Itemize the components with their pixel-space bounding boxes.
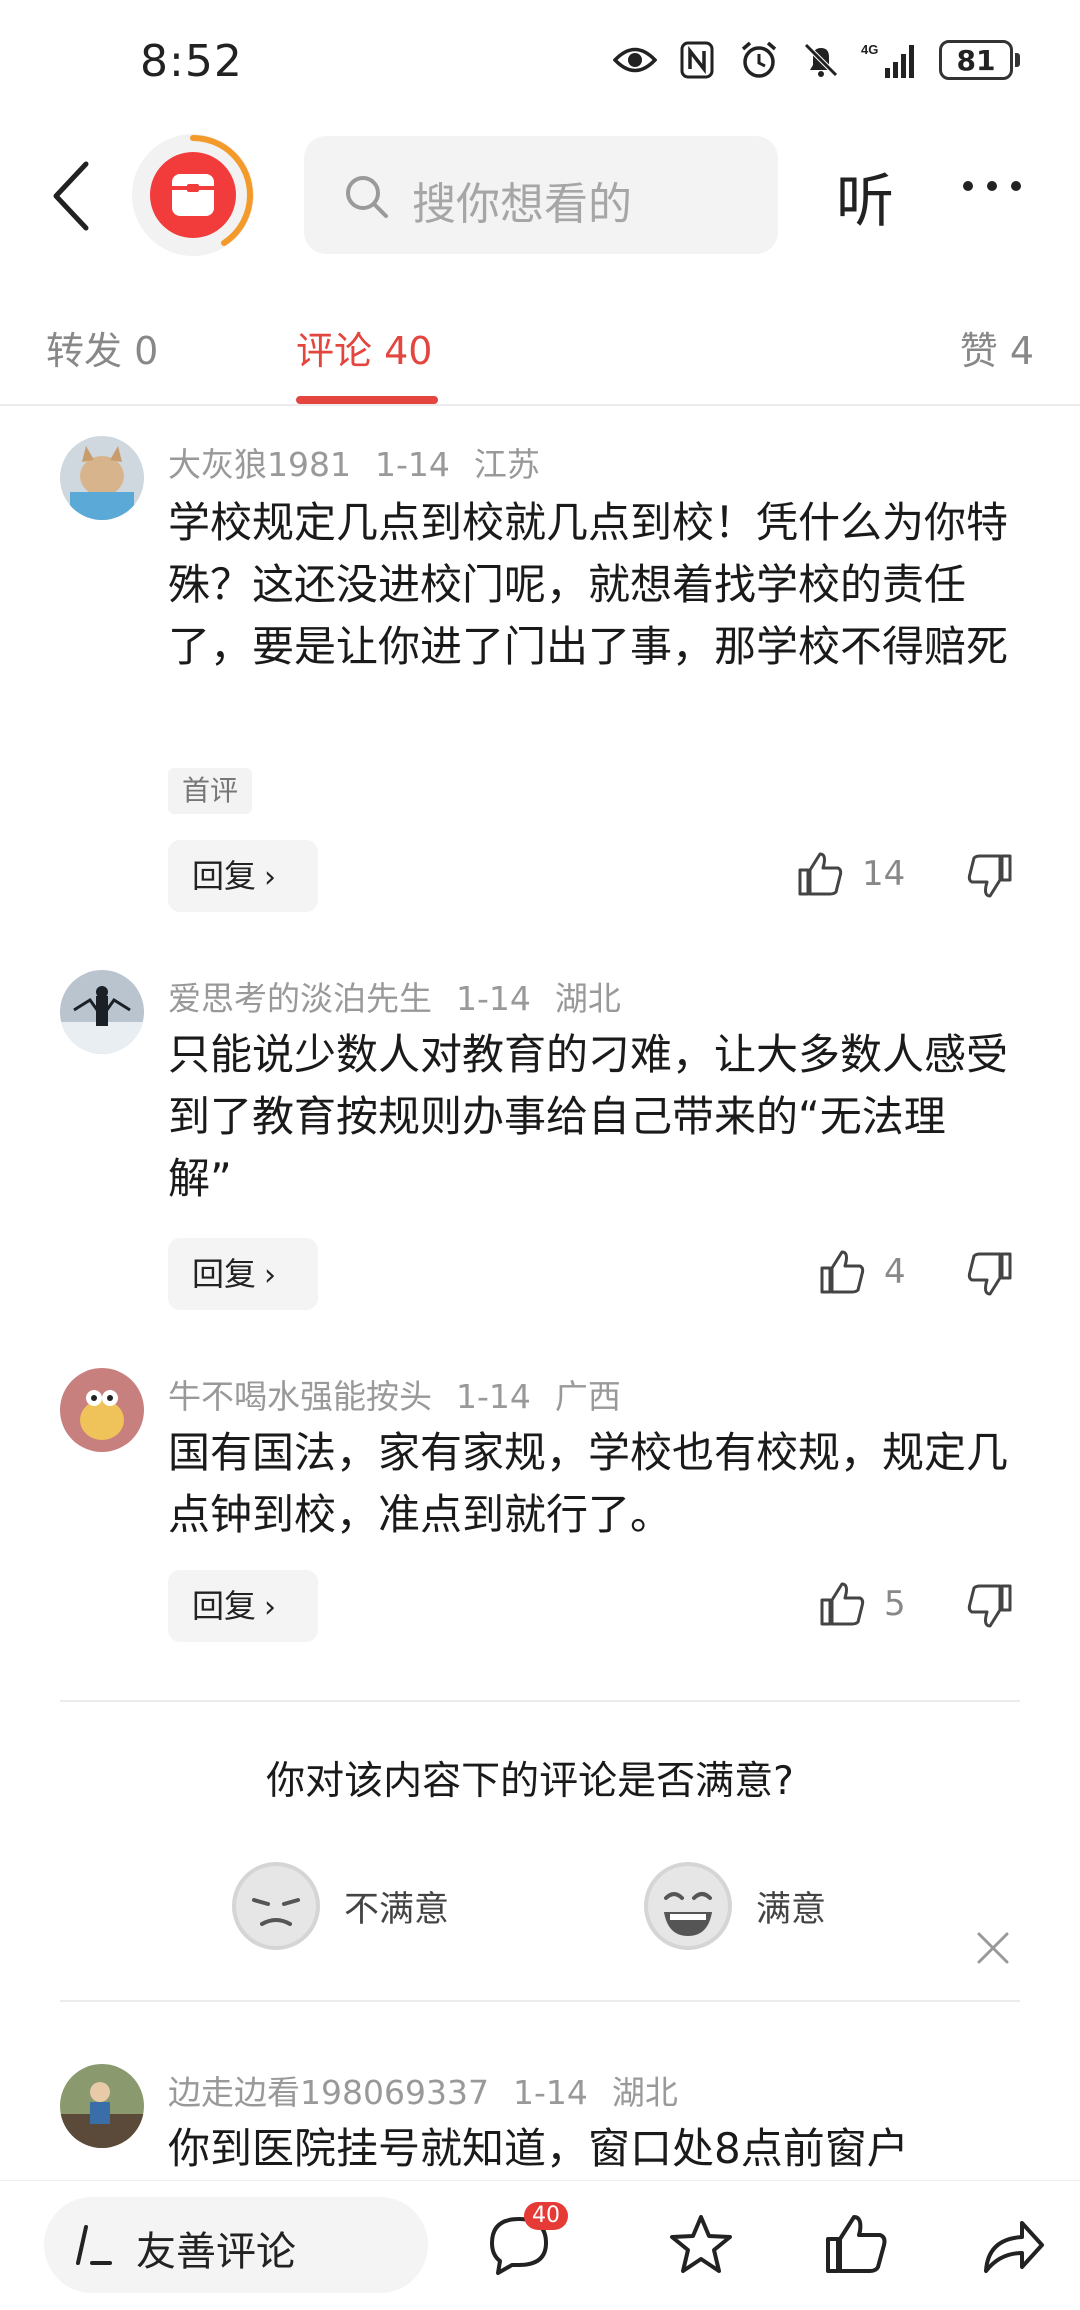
thumbs-up-icon[interactable] bbox=[822, 2213, 892, 2277]
chevron-right-icon: › bbox=[264, 1590, 277, 1625]
satisfied-face-icon bbox=[644, 1862, 732, 1950]
tab-repost[interactable]: 转发 0 bbox=[46, 320, 158, 375]
comment-meta: 边走边看198069337 1-14 湖北 bbox=[168, 2066, 702, 2114]
like-count: 5 bbox=[884, 1584, 906, 1624]
avatar[interactable] bbox=[60, 2064, 144, 2148]
mute-bell-icon bbox=[799, 40, 843, 80]
unsatisfied-label: 不满意 bbox=[344, 1889, 450, 1930]
divider bbox=[60, 1700, 1020, 1702]
share-icon[interactable] bbox=[976, 2213, 1046, 2277]
bottom-bar: 友善评论 bbox=[0, 2180, 1080, 2310]
back-button[interactable] bbox=[48, 158, 98, 234]
comment-text: 只能说少数人对教育的刁难，让大多数人感受到了教育按规则办事给自己带来的“无法理解… bbox=[168, 1030, 1009, 1203]
reply-button[interactable]: 回复 › bbox=[168, 1238, 318, 1310]
thumbs-down-icon[interactable] bbox=[966, 1250, 1014, 1298]
network-label: 4G bbox=[861, 42, 878, 57]
eye-icon bbox=[613, 40, 657, 80]
signal-icon: 4G bbox=[861, 40, 921, 80]
comment-date: 1-14 bbox=[456, 979, 531, 1018]
comment-location: 广西 bbox=[554, 1377, 621, 1416]
like-count: 4 bbox=[884, 1252, 906, 1292]
like-count: 14 bbox=[862, 854, 906, 894]
comment-meta: 爱思考的淡泊先生 1-14 湖北 bbox=[168, 972, 645, 1020]
chevron-right-icon: › bbox=[264, 860, 277, 895]
logo-mark bbox=[150, 152, 236, 238]
chevron-right-icon: › bbox=[264, 1258, 277, 1293]
comment-username[interactable]: 牛不喝水强能按头 bbox=[168, 1377, 432, 1416]
reply-button[interactable]: 回复 › bbox=[168, 840, 318, 912]
avatar[interactable] bbox=[60, 1368, 144, 1452]
like-button[interactable]: 5 bbox=[818, 1580, 906, 1628]
thumbs-up-icon bbox=[820, 1250, 865, 1294]
comment-location: 湖北 bbox=[611, 2073, 678, 2112]
divider bbox=[60, 2000, 1020, 2002]
status-bar: 8:52 4G 81 bbox=[0, 0, 1080, 130]
comment-count-badge: 40 bbox=[524, 2202, 568, 2230]
search-placeholder: 搜你想看的 bbox=[412, 179, 632, 230]
reply-button[interactable]: 回复 › bbox=[168, 1570, 318, 1642]
comment-input[interactable]: 友善评论 bbox=[44, 2197, 428, 2293]
tab-likes[interactable]: 赞 4 bbox=[960, 320, 1034, 375]
search-icon bbox=[346, 176, 388, 218]
comment-text: 国有国法，家有家规，学校也有校规，规定几点钟到校，准点到就行了。 bbox=[168, 1428, 1009, 1539]
thumbs-down-icon[interactable] bbox=[966, 852, 1014, 900]
comment-text: 学校规定几点到校就几点到校！凭什么为你特殊？这还没进校门呢，就想着找学校的责任了… bbox=[168, 498, 1009, 671]
comment-location: 湖北 bbox=[554, 979, 621, 1018]
close-icon[interactable] bbox=[975, 1930, 1011, 1966]
comment-meta: 大灰狼1981 1-14 江苏 bbox=[168, 438, 564, 486]
more-dots-icon bbox=[963, 181, 1021, 191]
thumbs-down-icon[interactable] bbox=[966, 1582, 1014, 1630]
comment-date: 1-14 bbox=[456, 1377, 531, 1416]
reply-label: 回复 bbox=[192, 1587, 257, 1625]
status-icons: 4G 81 bbox=[613, 40, 1020, 80]
reply-label: 回复 bbox=[192, 1255, 257, 1293]
thumbs-up-icon bbox=[798, 852, 843, 896]
star-icon[interactable] bbox=[666, 2213, 736, 2277]
avatar[interactable] bbox=[60, 436, 144, 520]
reply-label: 回复 bbox=[192, 857, 257, 895]
tab-active-indicator bbox=[296, 396, 438, 404]
comment-input-label: 友善评论 bbox=[136, 2229, 296, 2275]
satisfied-label: 满意 bbox=[756, 1889, 827, 1930]
envelope-icon bbox=[172, 174, 214, 216]
like-button[interactable]: 4 bbox=[818, 1248, 906, 1296]
status-time: 8:52 bbox=[140, 36, 243, 87]
pen-icon bbox=[76, 2225, 112, 2265]
survey-satisfied-option[interactable]: 满意 bbox=[642, 1860, 826, 1952]
battery-indicator: 81 bbox=[939, 40, 1020, 80]
listen-button[interactable]: 听 bbox=[836, 154, 894, 238]
survey-question: 你对该内容下的评论是否满意? bbox=[266, 1759, 794, 1804]
unsatisfied-face-icon bbox=[232, 1862, 320, 1950]
comment-meta: 牛不喝水强能按头 1-14 广西 bbox=[168, 1370, 645, 1418]
back-arrow-icon bbox=[53, 161, 89, 231]
top-bar: 搜你想看的 听 bbox=[0, 130, 1080, 260]
more-button[interactable] bbox=[960, 166, 1024, 206]
survey-unsatisfied-option[interactable]: 不满意 bbox=[230, 1860, 449, 1952]
comment-text: 你到医院挂号就知道，窗口处8点前窗户 bbox=[168, 2124, 909, 2173]
nfc-icon bbox=[675, 40, 719, 80]
app-logo[interactable] bbox=[132, 134, 254, 256]
tab-comments[interactable]: 评论 40 bbox=[296, 320, 432, 375]
comment-username[interactable]: 边走边看198069337 bbox=[168, 2073, 489, 2112]
comment-username[interactable]: 大灰狼1981 bbox=[168, 445, 351, 484]
comment-date: 1-14 bbox=[374, 445, 450, 484]
comment-date: 1-14 bbox=[512, 2073, 588, 2112]
search-input[interactable]: 搜你想看的 bbox=[304, 136, 778, 254]
tab-bar: 转发 0 评论 40 赞 4 bbox=[0, 300, 1080, 406]
alarm-icon bbox=[737, 40, 781, 80]
first-comment-tag: 首评 bbox=[168, 768, 253, 814]
thumbs-up-icon bbox=[820, 1582, 865, 1626]
comment-location: 江苏 bbox=[473, 445, 540, 484]
like-button[interactable]: 14 bbox=[796, 850, 905, 898]
battery-level: 81 bbox=[939, 40, 1013, 80]
avatar[interactable] bbox=[60, 970, 144, 1054]
comment-username[interactable]: 爱思考的淡泊先生 bbox=[168, 979, 432, 1018]
